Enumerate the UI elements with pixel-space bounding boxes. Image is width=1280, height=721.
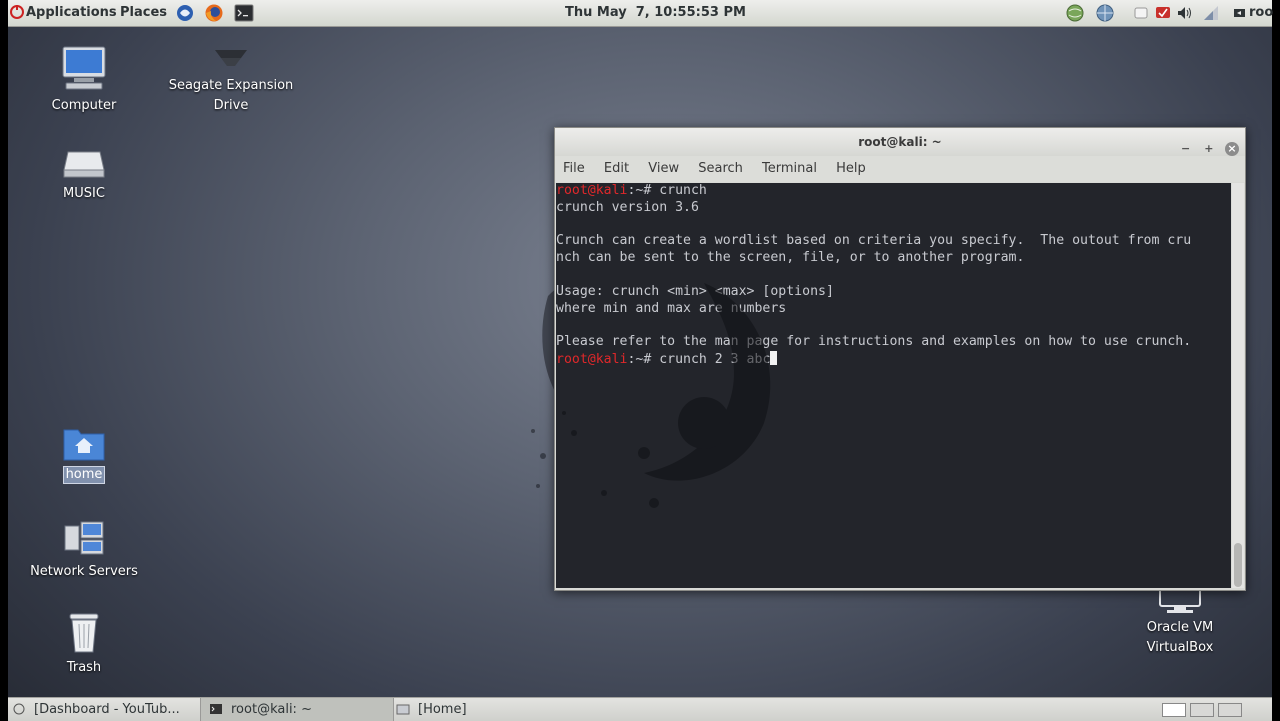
terminal-dragon-watermark [562,283,771,508]
signal-icon[interactable] [1202,4,1220,22]
globe-icon[interactable] [1096,4,1114,22]
close-icon[interactable]: × [1225,142,1239,156]
update-notifier-icon[interactable] [1154,4,1172,22]
scrollbar-thumb[interactable] [1234,543,1242,587]
user-menu[interactable]: roo [1249,0,1273,26]
kali-logo-icon [10,5,24,19]
prompt-user: root@kali [556,183,628,198]
window-toggle-icon[interactable] [1132,4,1150,22]
terminal-line: root@kali:~# crunch [556,183,1231,200]
network-servers-label: Network Servers [30,564,138,579]
menu-help[interactable]: Help [836,161,866,176]
seagate-drive-desktop-icon[interactable]: Seagate Expansion Drive [166,40,296,116]
terminal-output[interactable]: root@kali:~# crunch crunch version 3.6 Cru… [556,183,1231,588]
maximize-icon[interactable]: + [1202,142,1216,156]
terminal-title: root@kali: ~ [858,135,942,149]
terminal-launcher-icon[interactable] [234,3,254,23]
task-label: root@kali: ~ [231,702,312,717]
terminal-line: crunch version 3.6 [556,200,1231,217]
folder-task-icon [396,704,410,715]
trash-icon [69,613,99,653]
external-drive-icon [215,50,247,66]
applications-label: Applications [26,5,117,20]
workspace-1[interactable] [1162,703,1186,717]
menu-view[interactable]: View [648,161,679,176]
task-label: [Dashboard - YouTub... [34,702,180,717]
clock-label: Thu May 7, 10:55:53 PM [565,5,746,20]
virtualbox-label: Oracle VM VirtualBox [1146,620,1214,655]
terminal-titlebar[interactable]: root@kali: ~ − + × [555,128,1245,156]
menu-search[interactable]: Search [698,161,743,176]
bottom-panel: [Dashboard - YouTub... root@kali: ~ [Hom… [8,697,1272,721]
menu-edit[interactable]: Edit [604,161,629,176]
home-label: home [62,466,106,484]
clock[interactable]: Thu May 7, 10:55:53 PM [565,0,746,26]
menu-file[interactable]: File [563,161,585,176]
home-desktop-icon[interactable]: home [44,424,124,484]
task-dashboard-youtube[interactable]: [Dashboard - YouTub... [8,698,198,721]
minimize-icon[interactable]: − [1179,142,1193,156]
trash-label: Trash [66,660,102,675]
computer-icon [62,46,106,90]
task-home[interactable]: [Home] [394,698,596,721]
line-text: :~# crunch [627,183,707,198]
user-icon[interactable] [1232,4,1250,22]
terminal-window[interactable]: root@kali: ~ − + × File Edit View Search… [554,127,1246,591]
volume-icon[interactable] [1176,4,1194,22]
seagate-label: Seagate Expansion Drive [168,78,294,113]
virtualbox-desktop-icon[interactable]: Oracle VM VirtualBox [1120,586,1240,658]
kali-menu-launcher-icon[interactable] [175,3,195,23]
task-terminal[interactable]: root@kali: ~ [200,698,394,721]
network-icon [64,521,104,555]
top-panel: Applications Places Thu May 7, 10:55:53 … [8,0,1273,27]
drive-icon [63,151,105,178]
workspace-switcher[interactable] [1158,698,1258,721]
places-label: Places [120,5,168,20]
music-desktop-icon[interactable]: MUSIC [44,144,124,204]
network-globe-icon[interactable] [1066,4,1084,22]
computer-label: Computer [51,98,117,113]
network-servers-desktop-icon[interactable]: Network Servers [24,518,144,582]
places-menu[interactable]: Places [120,0,167,26]
task-label: [Home] [418,702,467,717]
music-label: MUSIC [63,186,105,201]
home-folder-icon [63,429,105,461]
firefox-launcher-icon[interactable] [204,3,224,23]
terminal-scrollbar[interactable] [1232,183,1244,588]
line-text: crunch version 3.6 [556,199,699,215]
applications-menu[interactable]: Applications [10,0,117,26]
computer-desktop-icon[interactable]: Computer [44,44,124,116]
terminal-menubar: File Edit View Search Terminal Help [555,156,1245,182]
menu-terminal[interactable]: Terminal [762,161,817,176]
window-controls: − + × [1174,134,1239,162]
workspace-3[interactable] [1218,703,1242,717]
letterbox-right [1272,0,1280,720]
letterbox-left [0,0,8,720]
browser-icon [13,703,25,715]
terminal-task-icon [210,704,222,714]
trash-desktop-icon[interactable]: Trash [44,610,124,678]
user-label: roo [1249,5,1274,20]
workspace-2[interactable] [1190,703,1214,717]
